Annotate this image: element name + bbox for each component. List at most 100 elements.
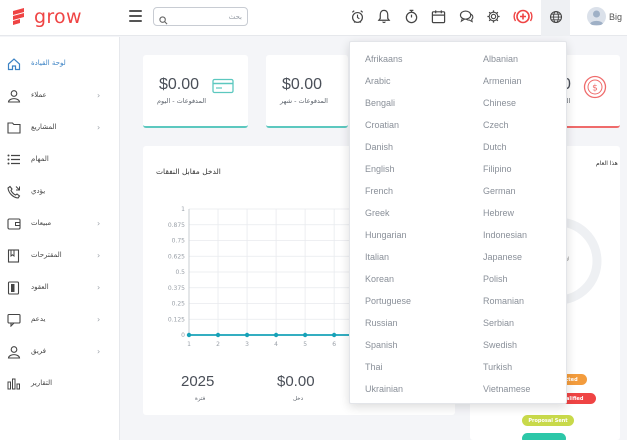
- sidebar-item-label: لوحة القيادة: [31, 59, 66, 67]
- language-option[interactable]: Swedish: [483, 340, 517, 350]
- stat-label: المدفوعات - شهر: [280, 97, 328, 105]
- language-option[interactable]: Afrikaans: [365, 54, 403, 64]
- language-option[interactable]: Korean: [365, 274, 394, 284]
- chat-icon[interactable]: [458, 8, 475, 25]
- language-option[interactable]: Indonesian: [483, 230, 527, 240]
- language-option[interactable]: Dutch: [483, 142, 507, 152]
- language-option[interactable]: Armenian: [483, 76, 522, 86]
- language-option[interactable]: Polish: [483, 274, 508, 284]
- stat-card-payments-today: $0.00 المدفوعات - اليوم: [143, 55, 248, 128]
- language-option[interactable]: Serbian: [483, 318, 514, 328]
- language-option[interactable]: Hebrew: [483, 208, 514, 218]
- data-point: [273, 332, 279, 338]
- y-tick-label: 0.375: [168, 285, 185, 292]
- calendar-icon[interactable]: [430, 8, 447, 25]
- sidebar-item-dashboard[interactable]: لوحة القيادة: [0, 53, 120, 75]
- data-point: [244, 332, 250, 338]
- logo[interactable]: grow: [10, 6, 82, 28]
- chevron-right-icon: ›: [97, 283, 101, 292]
- language-option[interactable]: Hungarian: [365, 230, 407, 240]
- stat-value: $0.00: [282, 76, 323, 93]
- stopwatch-icon[interactable]: [403, 8, 420, 25]
- language-option[interactable]: Czech: [483, 120, 509, 130]
- user-icon: [6, 88, 21, 103]
- user-menu[interactable]: Big: [587, 7, 622, 26]
- y-tick-label: 0.75: [172, 238, 186, 245]
- language-option[interactable]: Filipino: [483, 164, 512, 174]
- sidebar-item-contracts[interactable]: العقود ›: [0, 277, 120, 299]
- x-tick-label: 3: [245, 341, 249, 348]
- language-option[interactable]: Croatian: [365, 120, 399, 130]
- chevron-right-icon: ›: [97, 219, 101, 228]
- x-tick-label: 4: [274, 341, 278, 348]
- sidebar-item-label: العقود: [31, 283, 49, 291]
- list-icon: [6, 152, 21, 167]
- gear-icon[interactable]: [485, 8, 502, 25]
- top-bar: grow Big: [0, 0, 627, 36]
- language-option[interactable]: Greek: [365, 208, 390, 218]
- bookmark-icon: [6, 248, 21, 263]
- data-point: [302, 332, 308, 338]
- sidebar-item-label: يدعم: [31, 315, 46, 323]
- add-circle-icon[interactable]: [513, 8, 533, 25]
- home-icon: [6, 56, 21, 71]
- sidebar-item-label: المقترحات: [31, 251, 62, 259]
- stat-card-payments-month: $0.00 المدفوعات - شهر: [266, 55, 348, 128]
- language-option[interactable]: Arabic: [365, 76, 391, 86]
- logo-mark-icon: [10, 6, 30, 28]
- language-option[interactable]: Portuguese: [365, 296, 411, 306]
- sidebar-item-projects[interactable]: المشاريع ›: [0, 117, 120, 139]
- credit-card-icon: [212, 78, 234, 99]
- language-option[interactable]: English: [365, 164, 395, 174]
- sidebar: لوحة القيادة عملاء › المشاريع › المهام ي…: [0, 37, 120, 440]
- data-point: [331, 332, 337, 338]
- language-option[interactable]: Romanian: [483, 296, 524, 306]
- logo-text: grow: [34, 6, 82, 28]
- x-tick-label: 1: [187, 341, 191, 348]
- language-option[interactable]: Spanish: [365, 340, 398, 350]
- chevron-right-icon: ›: [97, 347, 101, 356]
- alarm-clock-icon[interactable]: [349, 8, 366, 25]
- search-box[interactable]: [153, 7, 248, 26]
- income-label: دخل: [293, 396, 304, 402]
- language-option[interactable]: Ukrainian: [365, 384, 403, 394]
- x-tick-label: 5: [303, 341, 307, 348]
- y-tick-label: 1: [181, 206, 185, 213]
- bell-icon[interactable]: [375, 8, 392, 25]
- sidebar-item-leads[interactable]: يؤدي: [0, 181, 120, 203]
- language-option[interactable]: Italian: [365, 252, 389, 262]
- language-option[interactable]: Russian: [365, 318, 398, 328]
- team-icon: [6, 344, 21, 359]
- language-option[interactable]: Albanian: [483, 54, 518, 64]
- sidebar-item-label: يؤدي: [31, 187, 46, 195]
- sidebar-item-clients[interactable]: عملاء ›: [0, 85, 120, 107]
- sidebar-item-reports[interactable]: التقارير: [0, 373, 120, 395]
- language-option[interactable]: French: [365, 186, 393, 196]
- sidebar-item-label: المهام: [31, 155, 49, 163]
- language-option[interactable]: German: [483, 186, 516, 196]
- legend-pill: Proposal Sent: [522, 415, 574, 426]
- sidebar-item-team[interactable]: فريق ›: [0, 341, 120, 363]
- search-input[interactable]: [172, 10, 242, 24]
- sidebar-item-support[interactable]: يدعم ›: [0, 309, 120, 331]
- language-option[interactable]: Chinese: [483, 98, 516, 108]
- sidebar-item-proposals[interactable]: المقترحات ›: [0, 245, 120, 267]
- language-option[interactable]: Japanese: [483, 252, 522, 262]
- x-tick-label: 6: [332, 341, 336, 348]
- language-option[interactable]: Thai: [365, 362, 383, 372]
- sidebar-item-sales[interactable]: مبيعات ›: [0, 213, 120, 235]
- language-option[interactable]: Bengali: [365, 98, 395, 108]
- chart-title: الدخل مقابل النفقات: [156, 167, 221, 176]
- support-icon: [6, 312, 21, 327]
- y-tick-label: 0.5: [175, 269, 185, 276]
- language-option[interactable]: Danish: [365, 142, 393, 152]
- language-button[interactable]: [541, 0, 570, 36]
- sidebar-item-label: مبيعات: [31, 219, 52, 227]
- menu-icon[interactable]: [129, 10, 142, 22]
- sidebar-item-label: فريق: [31, 347, 46, 355]
- y-tick-label: 0.875: [168, 222, 185, 229]
- sidebar-item-tasks[interactable]: المهام: [0, 149, 120, 171]
- language-option[interactable]: Turkish: [483, 362, 512, 372]
- wallet-icon: [6, 216, 21, 231]
- language-option[interactable]: Vietnamese: [483, 384, 530, 394]
